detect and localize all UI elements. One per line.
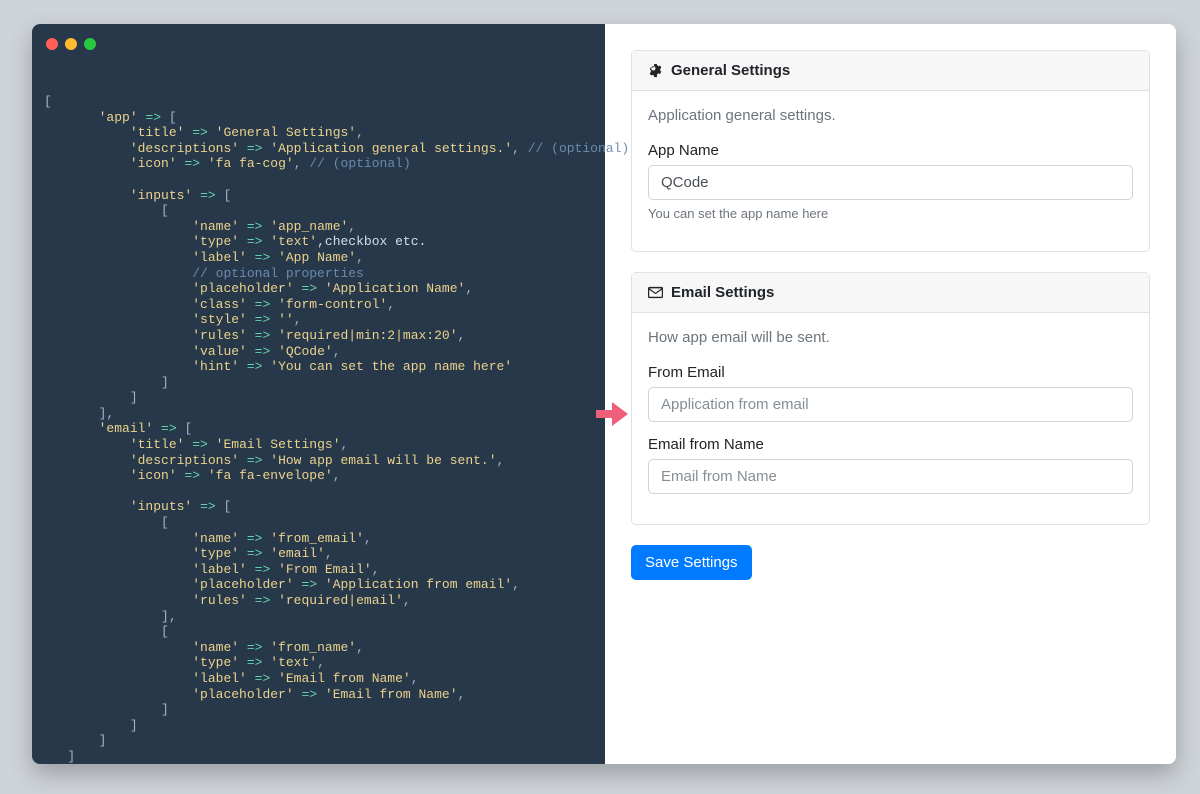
app-name-hint: You can set the app name here	[648, 206, 1133, 221]
from-name-input[interactable]	[648, 459, 1133, 494]
general-settings-desc: Application general settings.	[648, 107, 1133, 124]
general-settings-title: General Settings	[671, 62, 790, 79]
envelope-icon	[648, 285, 663, 300]
email-settings-title: Email Settings	[671, 284, 774, 301]
from-email-label: From Email	[648, 364, 1133, 381]
general-settings-card: General Settings Application general set…	[631, 50, 1150, 252]
close-dot[interactable]	[46, 38, 58, 50]
minimize-dot[interactable]	[65, 38, 77, 50]
general-settings-header: General Settings	[632, 51, 1149, 91]
from-email-input[interactable]	[648, 387, 1133, 422]
app-window: [ 'app' => [ 'title' => 'General Setting…	[32, 24, 1176, 764]
settings-form-pane: General Settings Application general set…	[605, 24, 1176, 764]
code-editor-pane: [ 'app' => [ 'title' => 'General Setting…	[32, 24, 605, 764]
code-block: [ 'app' => [ 'title' => 'General Setting…	[32, 94, 605, 764]
save-settings-button[interactable]: Save Settings	[631, 545, 752, 580]
email-settings-header: Email Settings	[632, 273, 1149, 313]
window-traffic-lights	[32, 38, 605, 94]
from-name-label: Email from Name	[648, 436, 1133, 453]
maximize-dot[interactable]	[84, 38, 96, 50]
app-name-label: App Name	[648, 142, 1133, 159]
email-settings-card: Email Settings How app email will be sen…	[631, 272, 1150, 525]
email-settings-desc: How app email will be sent.	[648, 329, 1133, 346]
gear-icon	[648, 63, 663, 78]
app-name-input[interactable]	[648, 165, 1133, 200]
